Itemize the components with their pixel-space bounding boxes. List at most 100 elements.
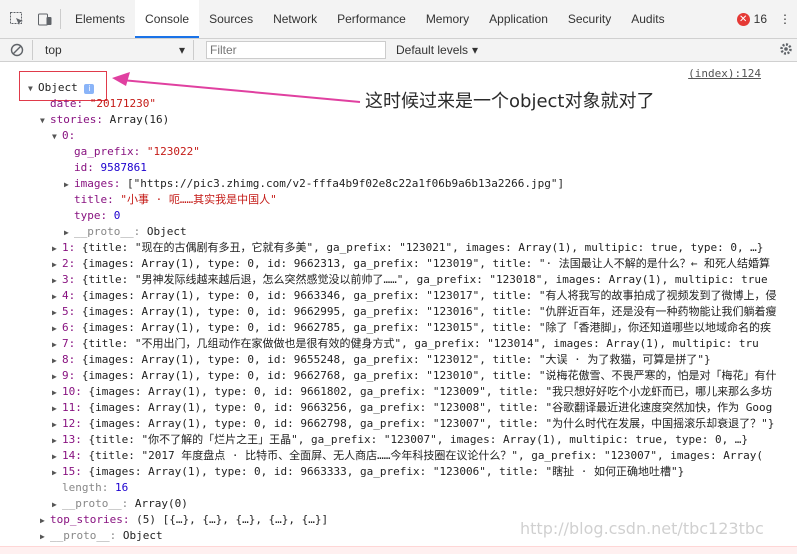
- expand-triangle-icon: ▶: [64, 180, 69, 189]
- property-value: {images: Array(1), type: 0, id: 9662798,…: [81, 417, 775, 430]
- tree-line[interactable]: ▶ images: ["https://pic3.zhimg.com/v2-fff…: [64, 176, 797, 192]
- property-key: 15:: [62, 465, 82, 478]
- tree-line[interactable]: ▶ 12: {images: Array(1), type: 0, id: 966…: [52, 416, 797, 432]
- property-key: __proto__:: [74, 225, 141, 238]
- tree-line[interactable]: ▶ 2: {images: Array(1), type: 0, id: 9662…: [52, 256, 797, 272]
- tab-sources[interactable]: Sources: [199, 0, 263, 38]
- property-value: {images: Array(1), type: 0, id: 9663256,…: [81, 401, 773, 414]
- property-value: Array(16): [102, 113, 170, 126]
- tree-line: length: 16: [52, 480, 797, 496]
- watermark: http://blog.csdn.net/tbc123tbc: [520, 519, 764, 538]
- object-label: Object: [38, 81, 78, 94]
- error-counter[interactable]: ✕ 16 ⋮: [736, 12, 797, 26]
- info-icon: i: [84, 84, 95, 94]
- filter-field[interactable]: [206, 41, 386, 59]
- device-toolbar-icon[interactable]: [34, 8, 56, 30]
- tree-line[interactable]: ▶ 1: {title: "现在的古偶剧有多丑，它就有多美", ga_prefix…: [52, 240, 797, 256]
- tree-line[interactable]: ▶ 7: {title: "不用出门，几组动作在家做做也是很有效的健身方式", g…: [52, 336, 797, 352]
- tree-line[interactable]: ▶ 11: {images: Array(1), type: 0, id: 966…: [52, 400, 797, 416]
- property-key: id:: [74, 161, 94, 174]
- tab-elements[interactable]: Elements: [65, 0, 135, 38]
- tree-line[interactable]: ▶ 6: {images: Array(1), type: 0, id: 9662…: [52, 320, 797, 336]
- clear-console-icon[interactable]: [6, 39, 28, 61]
- property-value: {title: "你不了解的「烂片之王」王晶", ga_prefix: "123…: [81, 433, 749, 446]
- expand-triangle-icon: ▶: [52, 324, 57, 333]
- property-value: Object: [116, 529, 163, 542]
- more-options-icon[interactable]: ⋮: [779, 12, 791, 26]
- tab-security[interactable]: Security: [558, 0, 621, 38]
- inspect-element-icon[interactable]: [6, 8, 28, 30]
- property-key: date:: [50, 97, 84, 110]
- toolbar-divider: [193, 40, 194, 60]
- object-root[interactable]: ▼ Object i: [28, 80, 95, 96]
- expand-triangle-icon: ▶: [52, 388, 57, 397]
- property-value: ["https://pic3.zhimg.com/v2-fffa4b9f02e8…: [120, 177, 565, 190]
- property-value: 9587861: [93, 161, 147, 174]
- tab-performance[interactable]: Performance: [327, 0, 416, 38]
- expand-triangle-icon: ▶: [40, 532, 45, 541]
- tree-line: type: 0: [64, 208, 797, 224]
- property-key: 0:: [62, 129, 76, 142]
- expand-triangle-icon: ▶: [52, 340, 57, 349]
- tree-line[interactable]: ▶ 4: {images: Array(1), type: 0, id: 9663…: [52, 288, 797, 304]
- property-key: type:: [74, 209, 108, 222]
- context-selector[interactable]: top ▾: [45, 43, 189, 57]
- property-value: {title: "现在的古偶剧有多丑，它就有多美", ga_prefix: "1…: [75, 241, 764, 254]
- property-value: Array(0): [128, 497, 188, 510]
- property-key: 10:: [62, 385, 82, 398]
- tab-console[interactable]: Console: [135, 0, 200, 38]
- property-key: 12:: [62, 417, 82, 430]
- error-count: 16: [753, 12, 767, 26]
- property-key: 7:: [62, 337, 76, 350]
- collapse-triangle-icon: ▼: [40, 116, 45, 125]
- tree-line[interactable]: ▶ 5: {images: Array(1), type: 0, id: 9662…: [52, 304, 797, 320]
- tree-line[interactable]: ▶ 15: {images: Array(1), type: 0, id: 966…: [52, 464, 797, 480]
- context-selector-value: top: [45, 43, 62, 57]
- tree-line[interactable]: ▶ 3: {title: "男神发际线越来越后退，怎么突然感觉没以前帅了……", …: [52, 272, 797, 288]
- property-key: 1:: [62, 241, 76, 254]
- property-value: 0: [107, 209, 121, 222]
- chevron-down-icon: ▾: [472, 43, 479, 57]
- property-key: 9:: [62, 369, 76, 382]
- tree-line[interactable]: ▶ 9: {images: Array(1), type: 0, id: 9662…: [52, 368, 797, 384]
- tree-line[interactable]: ▶ 14: {title: "2017 年度盘点 · 比特币、全面屏、无人商店………: [52, 448, 797, 464]
- tab-network[interactable]: Network: [263, 0, 327, 38]
- property-key: 11:: [62, 401, 82, 414]
- gear-icon[interactable]: [779, 42, 793, 59]
- error-line: [0, 546, 797, 554]
- tree-line[interactable]: ▶ 10: {images: Array(1), type: 0, id: 966…: [52, 384, 797, 400]
- log-levels-dropdown[interactable]: Default levels ▾: [396, 43, 478, 57]
- console-filter-bar: top ▾ Default levels ▾: [0, 39, 797, 62]
- tree-line[interactable]: ▶ __proto__: Array(0): [52, 496, 797, 512]
- expand-triangle-icon: ▶: [52, 468, 57, 477]
- console-output: (index):124 ▼ Object i 这时候过来是一个object对象就对…: [0, 62, 797, 554]
- expand-triangle-icon: ▶: [52, 356, 57, 365]
- property-value: {images: Array(1), type: 0, id: 9662995,…: [75, 305, 777, 318]
- property-key: ga_prefix:: [74, 145, 141, 158]
- property-key: stories:: [50, 113, 103, 126]
- property-key: 5:: [62, 305, 76, 318]
- devtools-tabbar: Elements Console Sources Network Perform…: [0, 0, 797, 39]
- toolbar-divider: [60, 9, 61, 29]
- tree-line[interactable]: ▶ 8: {images: Array(1), type: 0, id: 9655…: [52, 352, 797, 368]
- property-key: 3:: [62, 273, 76, 286]
- expand-triangle-icon: ▶: [52, 452, 57, 461]
- tree-line[interactable]: ▶ 13: {title: "你不了解的「烂片之王」王晶", ga_prefix:…: [52, 432, 797, 448]
- tree-line: title: "小事 · 呃……其实我是中国人": [64, 192, 797, 208]
- tree-line[interactable]: ▼ 0:: [52, 128, 797, 144]
- tree-line: date: "20171230": [40, 96, 797, 112]
- property-value: {images: Array(1), type: 0, id: 9663346,…: [75, 289, 777, 302]
- tree-line[interactable]: ▶ __proto__: Object: [64, 224, 797, 240]
- tab-memory[interactable]: Memory: [416, 0, 479, 38]
- filter-input[interactable]: [207, 42, 385, 58]
- property-key: 2:: [62, 257, 76, 270]
- property-key: top_stories:: [50, 513, 130, 526]
- property-value: {images: Array(1), type: 0, id: 9661802,…: [81, 385, 773, 398]
- source-link[interactable]: (index):124: [688, 67, 761, 80]
- property-value: {images: Array(1), type: 0, id: 9663333,…: [81, 465, 685, 478]
- tab-audits[interactable]: Audits: [621, 0, 674, 38]
- tab-application[interactable]: Application: [479, 0, 558, 38]
- expand-triangle-icon: ▶: [52, 260, 57, 269]
- tree-line[interactable]: ▼ stories: Array(16): [40, 112, 797, 128]
- expand-triangle-icon: ▶: [52, 244, 57, 253]
